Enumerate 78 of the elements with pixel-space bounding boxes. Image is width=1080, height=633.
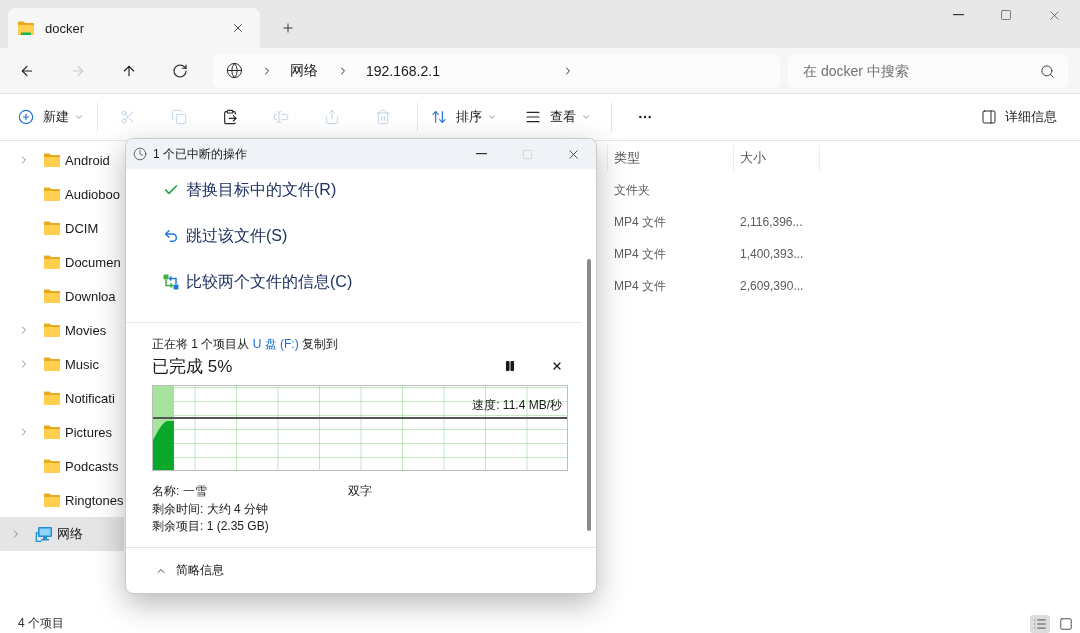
folder-icon <box>44 153 60 167</box>
sidebar-item[interactable]: Android <box>0 143 124 177</box>
table-cell: 2,609,390... <box>740 279 804 293</box>
breadcrumb-item[interactable]: 192.168.2.1 <box>366 62 440 79</box>
file-name-text: 名称: 一雪 <box>152 483 208 500</box>
sidebar-item[interactable]: 网络 <box>0 517 124 551</box>
compare-icon <box>163 274 179 290</box>
dialog-title: 1 个已中断的操作 <box>153 145 247 163</box>
time-remaining-text: 剩余时间: 大约 4 分钟 <box>152 500 268 518</box>
sidebar-item[interactable]: Downloa <box>0 279 124 313</box>
folder-icon <box>44 493 60 507</box>
window-tab[interactable]: docker <box>8 8 260 48</box>
square-icon <box>1059 617 1073 631</box>
folder-icon <box>44 323 60 337</box>
caret-icon <box>74 112 84 122</box>
details-view-button[interactable] <box>1030 615 1050 633</box>
folder-icon <box>44 187 60 201</box>
table-cell: 1,400,393... <box>740 247 804 261</box>
new-button[interactable]: 新建 <box>10 101 92 133</box>
collapse-details-button[interactable]: 简略信息 <box>155 562 224 579</box>
sidebar-item[interactable]: Pictures <box>0 415 124 449</box>
plus-icon <box>281 21 295 35</box>
minimize-icon <box>952 14 964 16</box>
clock-icon <box>133 147 147 161</box>
sidebar-item[interactable]: Notificati <box>0 381 124 415</box>
source-link[interactable]: U 盘 (F:) <box>252 337 299 351</box>
column-header[interactable]: 大小 <box>733 145 820 171</box>
table-cell: 2,116,396... <box>740 215 803 229</box>
globe-icon <box>226 62 243 79</box>
search-icon <box>1040 63 1055 79</box>
side-panel-icon <box>981 109 997 125</box>
sidebar-item[interactable]: Documen <box>0 245 124 279</box>
column-header[interactable]: 类型 <box>607 145 733 171</box>
option-button[interactable]: 比较两个文件的信息(C) <box>163 266 353 298</box>
folder-icon <box>44 289 60 303</box>
caret-icon <box>487 112 497 122</box>
maximize-icon <box>521 148 533 160</box>
file-name-text: 双字 <box>348 483 372 500</box>
folder-icon <box>44 425 60 439</box>
sidebar-item[interactable]: Ringtones <box>0 483 124 517</box>
close-icon <box>551 360 563 372</box>
sidebar-item[interactable]: Music <box>0 347 124 381</box>
folder-icon <box>18 21 34 35</box>
undo-arrow-icon <box>163 228 179 244</box>
minimize-icon <box>475 153 487 155</box>
percent-complete: 已完成 5% <box>152 355 233 378</box>
maximize-icon <box>1000 9 1012 21</box>
scrollbar-thumb[interactable] <box>587 259 591 531</box>
folder-icon <box>44 255 60 269</box>
list-icon <box>1033 617 1047 631</box>
view-button[interactable]: 查看 <box>517 101 599 133</box>
folder-icon <box>44 391 60 405</box>
copy-status-text: 正在将 1 个项目从 U 盘 (F:) 复制到 <box>152 336 340 352</box>
sidebar-item[interactable]: Audioboo <box>0 177 124 211</box>
breadcrumb-item[interactable]: 网络 <box>290 61 318 80</box>
sidebar-item[interactable]: DCIM <box>0 211 124 245</box>
address-bar[interactable]: 网络 192.168.2.1 <box>213 53 780 88</box>
speed-label: 速度: 11.4 MB/秒 <box>472 397 562 414</box>
folder-icon <box>44 459 60 473</box>
search-field[interactable]: 在 docker 中搜索 <box>788 53 1068 88</box>
table-cell: 文件夹 <box>614 181 650 199</box>
table-cell: MP4 文件 <box>614 213 666 231</box>
sidebar-item[interactable]: Podcasts <box>0 449 124 483</box>
items-remaining-text: 剩余项目: 1 (2.35 GB) <box>152 518 269 535</box>
sort-button[interactable]: 排序 <box>423 101 505 133</box>
option-button[interactable]: 跳过该文件(S) <box>163 220 288 252</box>
network-icon <box>35 526 52 542</box>
sidebar-item[interactable]: Movies <box>0 313 124 347</box>
close-icon <box>231 21 245 35</box>
caret-icon <box>581 112 591 122</box>
details-pane-button[interactable]: 详细信息 <box>971 101 1067 133</box>
item-count: 4 个项目 <box>18 614 64 632</box>
option-button[interactable]: 替换目标中的文件(R) <box>163 174 337 206</box>
folder-icon <box>44 357 60 371</box>
table-cell: MP4 文件 <box>614 277 666 295</box>
pause-icon <box>504 360 516 372</box>
table-cell: MP4 文件 <box>614 245 666 263</box>
folder-icon <box>44 221 60 235</box>
